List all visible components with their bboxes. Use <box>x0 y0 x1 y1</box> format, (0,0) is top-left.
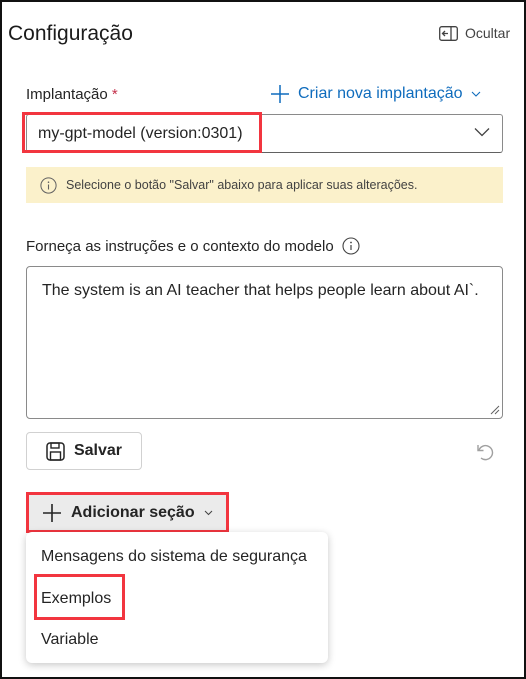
required-mark: * <box>111 86 118 103</box>
info-icon <box>40 176 57 194</box>
create-deployment-label: Criar nova implantação <box>298 85 463 102</box>
chevron-down-icon <box>471 91 480 97</box>
menu-item-variable[interactable]: Variable <box>41 631 99 649</box>
create-deployment-button[interactable]: Criar nova implantação <box>270 84 481 104</box>
info-icon[interactable] <box>342 237 360 255</box>
undo-icon[interactable] <box>474 441 496 463</box>
collapse-panel-icon <box>439 25 458 41</box>
page-title: Configuração <box>8 22 133 45</box>
hide-button[interactable]: Ocultar <box>439 25 510 41</box>
info-bar: Selecione o botão "Salvar" abaixo para a… <box>26 167 503 203</box>
menu-item-safety-messages[interactable]: Mensagens do sistema de segurança <box>41 548 307 566</box>
highlight-box <box>34 574 125 620</box>
info-text: Selecione o botão "Salvar" abaixo para a… <box>66 178 418 192</box>
instructions-label-text: Forneça as instruções e o contexto do mo… <box>26 237 334 255</box>
hide-label: Ocultar <box>465 25 511 41</box>
deployment-label: Implantação * <box>26 86 118 103</box>
instructions-textarea[interactable]: The system is an AI teacher that helps p… <box>26 266 503 419</box>
highlight-box <box>26 492 229 533</box>
resize-handle-icon[interactable] <box>490 405 500 415</box>
plus-icon <box>271 85 289 103</box>
save-icon <box>46 441 65 461</box>
save-label: Salvar <box>73 442 123 459</box>
instructions-label: Forneça as instruções e o contexto do mo… <box>26 237 360 255</box>
save-button[interactable]: Salvar <box>26 432 142 470</box>
highlight-box <box>22 112 262 153</box>
deployment-label-text: Implantação <box>26 86 108 103</box>
chevron-down-icon <box>474 128 490 137</box>
